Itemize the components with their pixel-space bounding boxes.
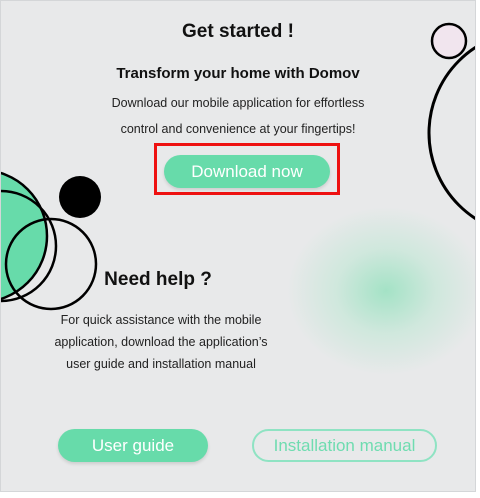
help-description-line: application, download the application’s [54,335,268,349]
help-description-line: For quick assistance with the mobile [60,313,262,327]
get-started-panel: Get started ! Transform your home with D… [0,0,476,492]
download-now-button[interactable]: Download now [164,155,330,188]
user-guide-button[interactable]: User guide [58,429,208,462]
middle-outline-circle [4,217,98,311]
installation-manual-button[interactable]: Installation manual [252,429,437,462]
hero-description-line: Download our mobile application for effo… [111,96,365,110]
left-outline-circle [1,189,58,303]
hero-description-line: control and convenience at your fingerti… [120,122,356,136]
hero-description: Download our mobile application for effo… [88,90,388,142]
right-large-circle [427,45,475,221]
help-description-line: user guide and installation manual [66,357,256,371]
help-description: For quick assistance with the mobile app… [26,309,296,375]
left-green-circle [1,171,49,301]
green-glow-decoration [286,206,475,376]
help-title: Need help ? [104,269,212,290]
hero-subtitle: Transform your home with Domov [116,65,360,82]
small-black-circle [59,176,101,218]
page-title: Get started ! [182,21,294,42]
